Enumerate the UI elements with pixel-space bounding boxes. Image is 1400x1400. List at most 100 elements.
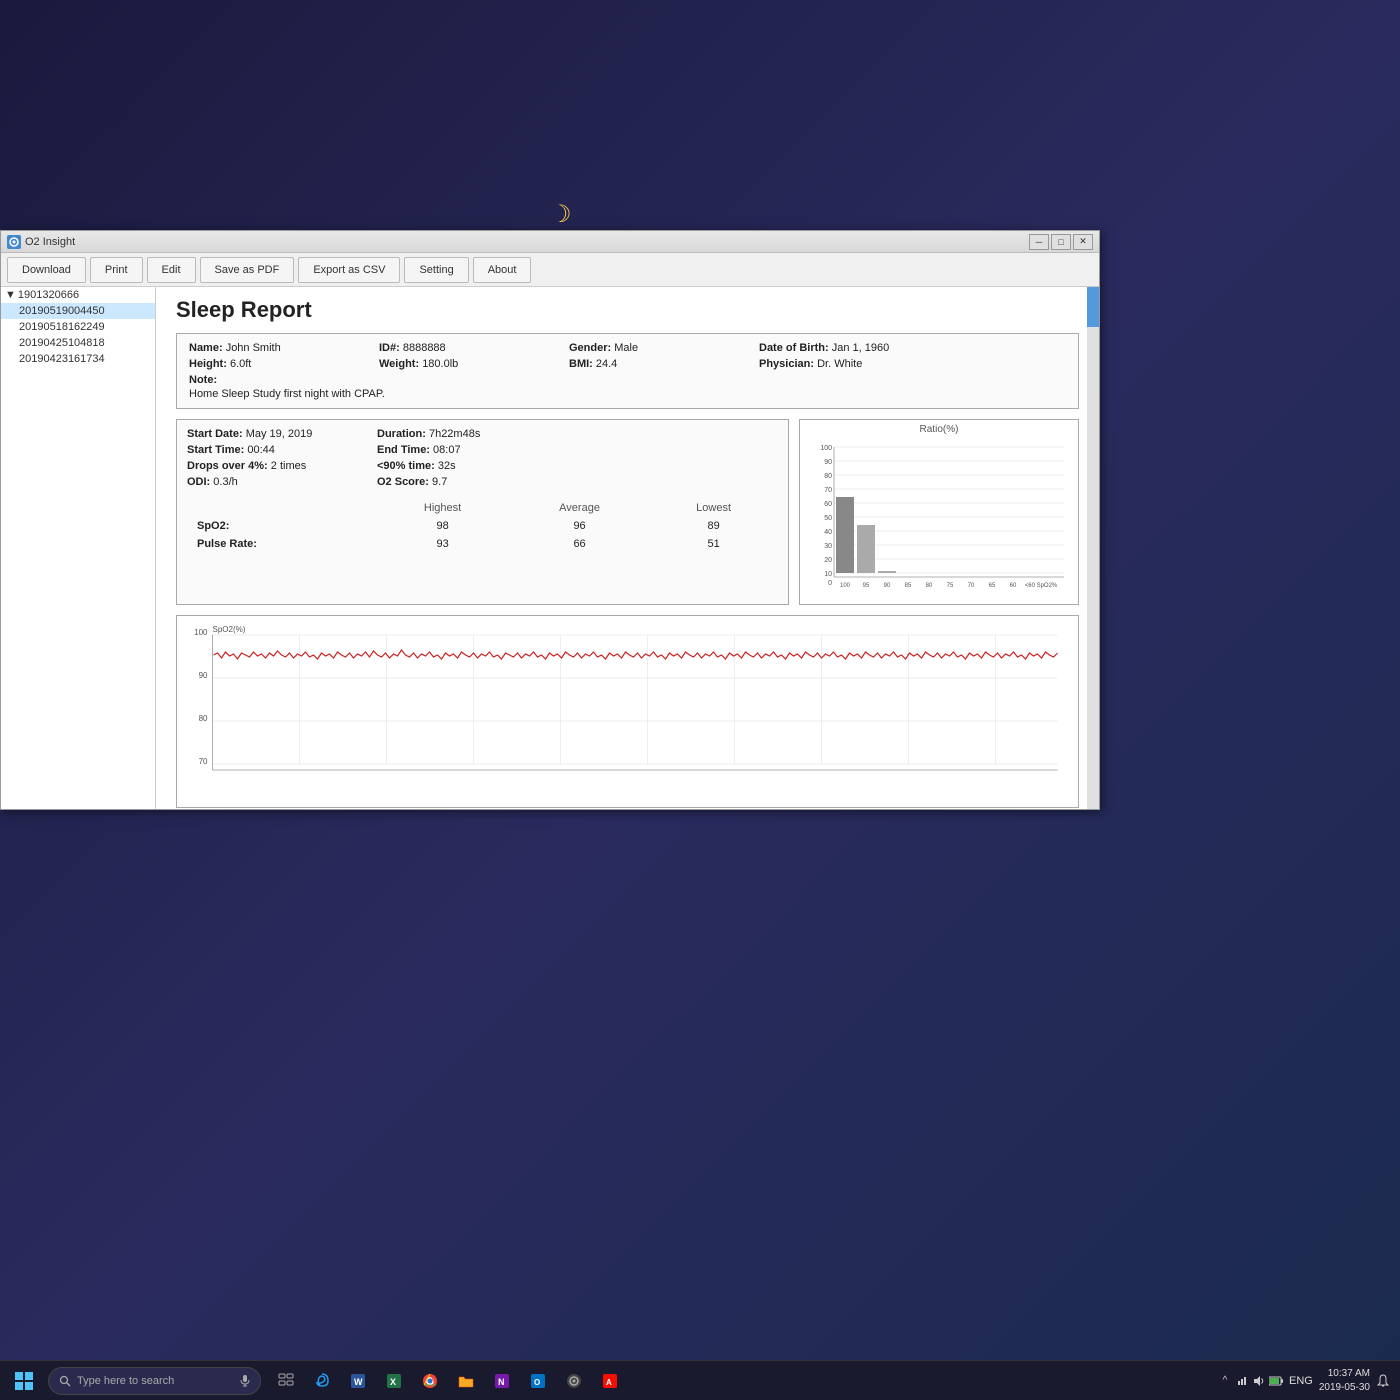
sidebar-item-1[interactable]: 20190518162249 bbox=[1, 319, 155, 335]
svg-text:90: 90 bbox=[884, 583, 891, 589]
start-time-label: Start Time: bbox=[187, 444, 244, 456]
stats-row-2: Start Time: 00:44 End Time: 08:07 bbox=[187, 444, 778, 456]
chrome-button[interactable] bbox=[413, 1364, 447, 1398]
volume-icon[interactable] bbox=[1252, 1374, 1266, 1388]
odi-label: ODI: bbox=[187, 476, 210, 488]
patient-bmi: BMI: 24.4 bbox=[569, 358, 729, 370]
edge-button[interactable] bbox=[305, 1364, 339, 1398]
odi: ODI: 0.3/h bbox=[187, 476, 347, 488]
print-button[interactable]: Print bbox=[90, 257, 143, 283]
clock[interactable]: 10:37 AM 2019-05-30 bbox=[1319, 1367, 1370, 1395]
about-button[interactable]: About bbox=[473, 257, 532, 283]
maximize-button[interactable]: □ bbox=[1051, 234, 1071, 250]
svg-text:0: 0 bbox=[828, 580, 832, 587]
export-csv-button[interactable]: Export as CSV bbox=[298, 257, 400, 283]
save-pdf-button[interactable]: Save as PDF bbox=[200, 257, 295, 283]
excel-button[interactable]: X bbox=[377, 1364, 411, 1398]
window-controls: ─ □ ✕ bbox=[1029, 234, 1093, 250]
system-tray: ^ bbox=[1218, 1374, 1283, 1388]
start-date: Start Date: May 19, 2019 bbox=[187, 428, 347, 440]
network-icon[interactable] bbox=[1235, 1374, 1249, 1388]
svg-text:85: 85 bbox=[905, 583, 912, 589]
drops-value: 2 times bbox=[271, 460, 306, 472]
svg-text:60: 60 bbox=[1010, 583, 1017, 589]
name-value: John Smith bbox=[226, 342, 281, 354]
notification-icon[interactable] bbox=[1376, 1374, 1390, 1388]
start-date-label: Start Date: bbox=[187, 428, 243, 440]
end-time-label: End Time: bbox=[377, 444, 430, 456]
start-time-value: 00:44 bbox=[247, 444, 275, 456]
window-app-icon bbox=[7, 235, 21, 249]
duration: Duration: 7h22m48s bbox=[377, 428, 537, 440]
taskbar-search[interactable]: Type here to search bbox=[48, 1367, 261, 1395]
svg-text:<60 SpO2%: <60 SpO2% bbox=[1025, 583, 1058, 589]
main-layout: ▼ 1901320666 20190519004450 201905181622… bbox=[1, 287, 1099, 809]
patient-id: ID#: 8888888 bbox=[379, 342, 539, 354]
word-button[interactable]: W bbox=[341, 1364, 375, 1398]
bar-chart-box: Ratio(%) bbox=[799, 419, 1079, 605]
note-label: Note: bbox=[189, 374, 217, 386]
vertical-scrollbar[interactable] bbox=[1087, 287, 1099, 809]
onenote-button[interactable]: N bbox=[485, 1364, 519, 1398]
spo2-waveform bbox=[214, 650, 1058, 659]
start-button[interactable] bbox=[4, 1363, 44, 1399]
odi-value: 0.3/h bbox=[213, 476, 237, 488]
edit-button[interactable]: Edit bbox=[147, 257, 196, 283]
clock-time: 10:37 AM bbox=[1319, 1367, 1370, 1381]
close-button[interactable]: ✕ bbox=[1073, 234, 1093, 250]
acrobat-icon: A bbox=[601, 1372, 619, 1390]
pulse-label: Pulse Rate: bbox=[189, 536, 375, 552]
physician-label: Physician: bbox=[759, 358, 814, 370]
dob-value: Jan 1, 1960 bbox=[832, 342, 890, 354]
svg-text:100: 100 bbox=[194, 628, 208, 637]
sidebar-item-0[interactable]: 20190519004450 bbox=[1, 303, 155, 319]
info-row-1: Name: John Smith ID#: 8888888 Gender: Ma… bbox=[189, 342, 1066, 354]
svg-text:SpO2(%): SpO2(%) bbox=[213, 625, 246, 634]
search-placeholder: Type here to search bbox=[77, 1375, 174, 1387]
download-button[interactable]: Download bbox=[7, 257, 86, 283]
task-view-icon bbox=[278, 1373, 294, 1389]
explorer-icon bbox=[457, 1372, 475, 1390]
svg-text:10: 10 bbox=[824, 571, 832, 578]
pulse-average: 66 bbox=[510, 536, 649, 552]
drops-label: Drops over 4%: bbox=[187, 460, 268, 472]
svg-text:O: O bbox=[534, 1378, 540, 1387]
svg-text:40: 40 bbox=[824, 529, 832, 536]
excel-icon: X bbox=[385, 1372, 403, 1390]
col-header-highest: Highest bbox=[377, 500, 508, 516]
camera-button[interactable] bbox=[557, 1364, 591, 1398]
patient-weight: Weight: 180.0lb bbox=[379, 358, 539, 370]
patient-info-box: Name: John Smith ID#: 8888888 Gender: Ma… bbox=[176, 333, 1079, 409]
window-title-left: O2 Insight bbox=[7, 235, 75, 249]
sidebar-item-2[interactable]: 20190425104818 bbox=[1, 335, 155, 351]
acrobat-button[interactable]: A bbox=[593, 1364, 627, 1398]
minimize-button[interactable]: ─ bbox=[1029, 234, 1049, 250]
lt90-time: <90% time: 32s bbox=[377, 460, 537, 472]
col-header-lowest: Lowest bbox=[651, 500, 776, 516]
battery-icon[interactable] bbox=[1269, 1374, 1283, 1388]
task-view-button[interactable] bbox=[269, 1364, 303, 1398]
report-title: Sleep Report bbox=[176, 297, 1079, 323]
svg-text:A: A bbox=[606, 1378, 612, 1387]
outlook-button[interactable]: O bbox=[521, 1364, 555, 1398]
sidebar-item-3[interactable]: 20190423161734 bbox=[1, 351, 155, 367]
svg-text:W: W bbox=[354, 1377, 363, 1387]
window-title: O2 Insight bbox=[25, 236, 75, 248]
o2score-label: O2 Score: bbox=[377, 476, 429, 488]
sidebar[interactable]: ▼ 1901320666 20190519004450 201905181622… bbox=[1, 287, 156, 809]
search-icon bbox=[59, 1375, 71, 1387]
gender-label: Gender: bbox=[569, 342, 611, 354]
setting-button[interactable]: Setting bbox=[404, 257, 468, 283]
info-row-2: Height: 6.0ft Weight: 180.0lb BMI: 24.4 bbox=[189, 358, 1066, 370]
svg-text:N: N bbox=[498, 1377, 505, 1387]
sidebar-root-item[interactable]: ▼ 1901320666 bbox=[1, 287, 155, 303]
start-date-value: May 19, 2019 bbox=[246, 428, 313, 440]
chevron-up-icon[interactable]: ^ bbox=[1218, 1374, 1232, 1388]
scrollbar-thumb[interactable] bbox=[1087, 287, 1099, 327]
content-area[interactable]: Sleep Report Name: John Smith ID#: 88888… bbox=[156, 287, 1099, 809]
taskbar: Type here to search bbox=[0, 1360, 1400, 1400]
svg-text:75: 75 bbox=[947, 583, 954, 589]
dob-label: Date of Birth: bbox=[759, 342, 829, 354]
explorer-button[interactable] bbox=[449, 1364, 483, 1398]
note-text: Home Sleep Study first night with CPAP. bbox=[189, 388, 1066, 400]
